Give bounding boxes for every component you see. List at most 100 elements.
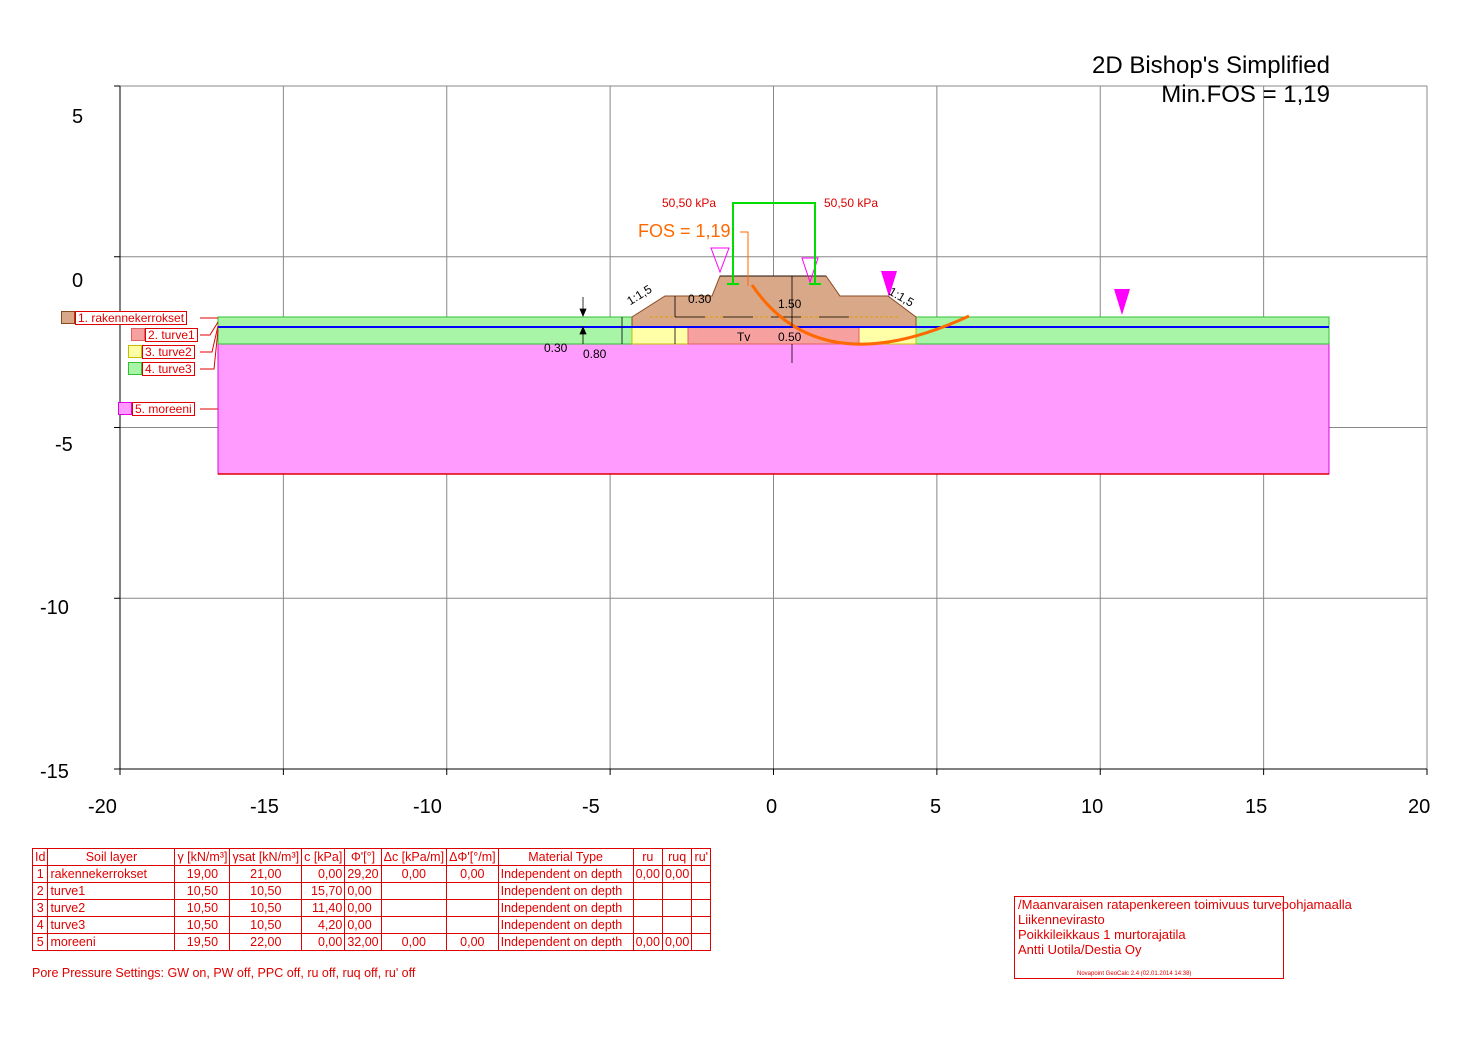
table-header: Material Type <box>497 848 634 866</box>
table-cell: 10,50 <box>174 882 231 900</box>
table-header: γsat [kN/m³] <box>229 848 303 866</box>
section-name: Poikkileikkaus 1 murtorajatila <box>1018 927 1186 942</box>
table-cell: 21,00 <box>229 865 303 883</box>
load-label-left: 50,50 kPa <box>662 196 717 210</box>
legend-item-rakennekerrokset: 1. rakennekerrokset <box>61 310 188 325</box>
table-header: Id <box>31 848 49 866</box>
tv-label: Tv <box>737 330 751 344</box>
y-tick-label: -15 <box>40 761 69 783</box>
table-header: ru' <box>691 848 712 866</box>
legend-item-turve2: 3. turve2 <box>128 344 195 359</box>
project-info-box: /Maanvaraisen ratapenkereen toimivuus tu… <box>1014 896 1352 979</box>
legend-item-moreeni: 5. moreeni <box>118 401 195 416</box>
legend-swatch <box>128 362 142 375</box>
table-cell: 0,00 <box>301 865 346 883</box>
table-header: ru <box>632 848 663 866</box>
pore-pressure-settings: Pore Pressure Settings: GW on, PW off, P… <box>32 966 416 980</box>
table-cell: 1 <box>31 865 49 883</box>
table-cell: 3 <box>31 899 49 917</box>
legend-label: 1. rakennekerrokset <box>75 310 188 325</box>
slip-entry-marker <box>710 247 730 274</box>
table-cell: Independent on depth <box>497 882 634 900</box>
layer-turve2-left <box>631 326 689 345</box>
table-cell <box>691 916 712 934</box>
table-cell <box>661 882 693 900</box>
table-cell <box>446 899 499 917</box>
table-cell <box>380 882 448 900</box>
table-cell: 10,50 <box>174 899 231 917</box>
dimension-label-080: 0.80 <box>583 347 607 361</box>
y-tick-label: -5 <box>55 434 73 456</box>
dimension-label-150: 1.50 <box>778 297 802 311</box>
table-cell: 0,00 <box>380 933 448 951</box>
soil-parameter-table: Id Soil layer γ [kN/m³] γsat [kN/m³] c [… <box>31 848 712 951</box>
groundwater-marker-2 <box>1114 289 1130 315</box>
table-cell <box>632 899 663 917</box>
table-cell <box>691 933 712 951</box>
table-row: 1 rakennekerrokset 19,00 21,00 0,00 29,2… <box>31 865 712 883</box>
legend-leaders <box>200 317 219 410</box>
table-cell: 0,00 <box>632 933 663 951</box>
legend-swatch <box>61 311 75 324</box>
table-cell: 10,50 <box>229 899 303 917</box>
table-cell: 0,00 <box>661 933 693 951</box>
table-cell: 0,00 <box>344 916 382 934</box>
load-label-right: 50,50 kPa <box>824 196 879 210</box>
table-cell: 10,50 <box>229 882 303 900</box>
table-cell: 10,50 <box>229 916 303 934</box>
table-cell <box>632 916 663 934</box>
organization: Liikennevirasto <box>1018 912 1105 927</box>
x-tick-label: -10 <box>413 796 442 818</box>
table-cell: 29,20 <box>344 865 382 883</box>
legend-swatch <box>128 345 142 358</box>
table-cell: 0,00 <box>446 933 499 951</box>
table-header: γ [kN/m³] <box>174 848 231 866</box>
legend-item-turve1: 2. turve1 <box>131 327 198 342</box>
dimension-label-030-top: 0.30 <box>688 292 712 306</box>
author: Antti Uotila/Destia Oy <box>1018 942 1142 957</box>
table-cell <box>661 899 693 917</box>
table-cell: turve2 <box>47 899 176 917</box>
x-tick-label: 15 <box>1245 796 1268 818</box>
table-row: 3 turve2 10,50 10,50 11,40 0,00 Independ… <box>31 899 712 917</box>
table-cell: Independent on depth <box>497 865 634 883</box>
table-cell: 5 <box>31 933 49 951</box>
table-cell <box>380 899 448 917</box>
layer-moreeni <box>217 343 1330 475</box>
fos-label: FOS = 1,19 <box>638 221 731 241</box>
x-tick-label: 5 <box>930 796 942 818</box>
x-tick-label: 20 <box>1408 796 1431 818</box>
legend-label: 5. moreeni <box>132 401 195 416</box>
table-cell <box>661 916 693 934</box>
table-cell: 0,00 <box>661 865 693 883</box>
table-cell: Independent on depth <box>497 916 634 934</box>
analysis-method-title: 2D Bishop's Simplified <box>1091 52 1330 79</box>
table-cell <box>380 916 448 934</box>
table-cell: rakennekerrokset <box>47 865 176 883</box>
table-cell: 19,50 <box>174 933 231 951</box>
table-cell: Independent on depth <box>497 899 634 917</box>
table-cell: 4 <box>31 916 49 934</box>
table-cell: 0,00 <box>301 933 346 951</box>
table-header: Δc [kPa/m] <box>380 848 448 866</box>
table-cell <box>691 882 712 900</box>
table-cell: moreeni <box>47 933 176 951</box>
dimension-label-030-left: 0.30 <box>544 341 568 355</box>
table-cell: 0,00 <box>446 865 499 883</box>
software-version: Novapoint GeoCalc 2.4 (02.01.2014 14:38) <box>1077 971 1192 977</box>
min-fos-title: Min.FOS = 1,19 <box>1161 81 1330 108</box>
x-tick-label: 10 <box>1081 796 1104 818</box>
table-cell: 0,00 <box>344 899 382 917</box>
table-cell: 11,40 <box>301 899 346 917</box>
table-cell: Independent on depth <box>497 933 634 951</box>
table-cell: 0,00 <box>344 882 382 900</box>
table-cell: 15,70 <box>301 882 346 900</box>
table-cell: 0,00 <box>380 865 448 883</box>
dimension-label-050: 0.50 <box>778 330 802 344</box>
table-cell: 10,50 <box>174 916 231 934</box>
table-cell: 4,20 <box>301 916 346 934</box>
table-row: 2 turve1 10,50 10,50 15,70 0,00 Independ… <box>31 882 712 900</box>
table-cell: turve1 <box>47 882 176 900</box>
table-header: Soil layer <box>47 848 176 866</box>
x-tick-label: 0 <box>766 796 778 818</box>
